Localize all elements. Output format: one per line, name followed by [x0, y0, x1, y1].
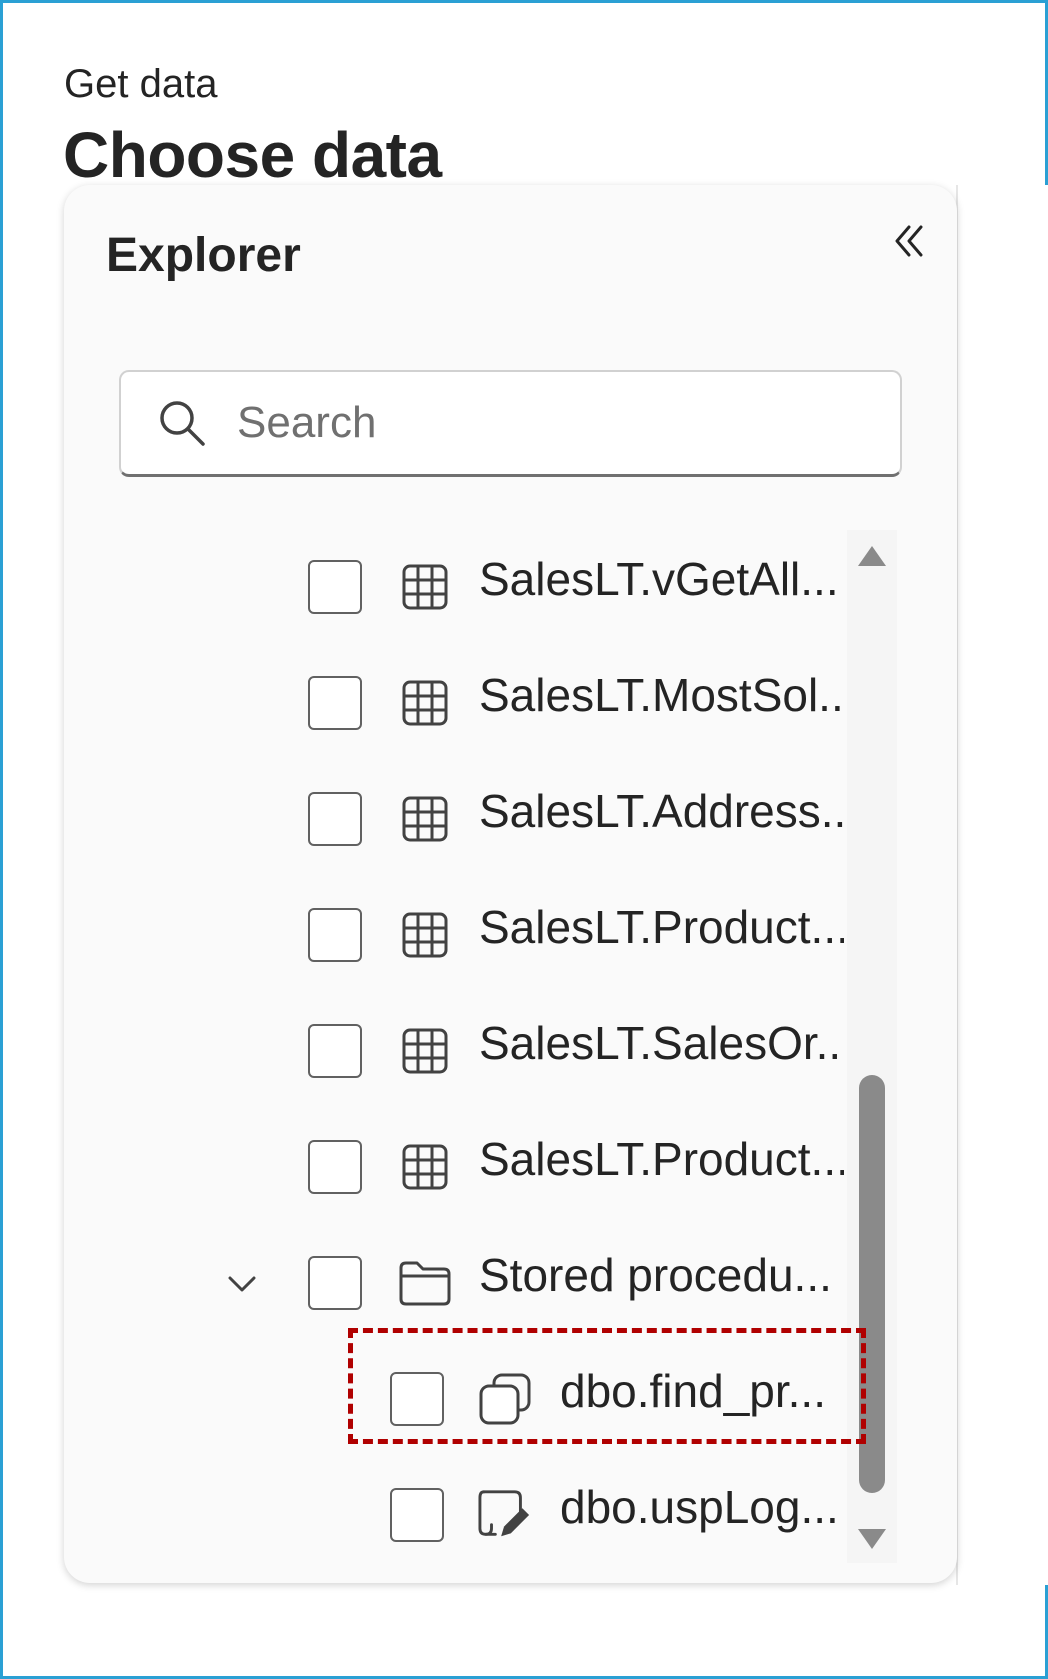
explorer-tree: SalesLT.vGetAll... SalesLT.MostSol... Sa… [64, 530, 846, 1563]
tree-item-checkbox[interactable] [308, 1024, 362, 1078]
table-icon [398, 1024, 452, 1078]
tree-item-label: dbo.find_pr... [560, 1365, 826, 1417]
tree-item[interactable]: SalesLT.Product... [64, 1110, 846, 1226]
tree-item[interactable]: dbo.find_pr... [64, 1342, 846, 1458]
tree-item-label: SalesLT.Product... [479, 1133, 844, 1185]
tree-item-checkbox[interactable] [308, 560, 362, 614]
tree-item-label: SalesLT.vGetAll... [479, 553, 839, 605]
table-icon [398, 560, 452, 614]
scroll-down-arrow-icon[interactable] [856, 1525, 888, 1553]
table-icon [398, 908, 452, 962]
double-chevron-left-icon [895, 225, 923, 257]
tree-item[interactable]: SalesLT.Product... [64, 878, 846, 994]
tree-item[interactable]: SalesLT.Address... [64, 762, 846, 878]
collapse-explorer-button[interactable] [883, 215, 935, 267]
folder-icon [398, 1256, 452, 1310]
tree-item-checkbox[interactable] [390, 1488, 444, 1542]
search-icon [157, 397, 209, 449]
tree-item[interactable]: SalesLT.vGetAll... [64, 530, 846, 646]
tree-scrollbar[interactable] [847, 530, 897, 1563]
explorer-panel: Explorer SalesLT.vGetAll... [64, 185, 957, 1583]
scroll-up-arrow-icon[interactable] [856, 542, 888, 570]
explorer-title: Explorer [106, 229, 301, 282]
tree-item-label: dbo.uspLog... [560, 1481, 839, 1533]
search-box [119, 370, 902, 477]
tree-item-label: SalesLT.Product... [479, 901, 844, 953]
tree-item-checkbox[interactable] [308, 1256, 362, 1310]
table-icon [398, 792, 452, 846]
tree-item-label: SalesLT.Address... [479, 785, 844, 837]
tree-item-checkbox[interactable] [308, 792, 362, 846]
edit-script-icon [478, 1488, 532, 1542]
tree-item[interactable]: dbo.uspLog... [64, 1458, 846, 1563]
stored-procedure-icon [478, 1372, 532, 1426]
tree-item-checkbox[interactable] [308, 908, 362, 962]
tree-item-label: SalesLT.MostSol... [479, 669, 844, 721]
tree-item-checkbox[interactable] [390, 1372, 444, 1426]
tree-item[interactable]: SalesLT.SalesOr... [64, 994, 846, 1110]
scroll-thumb[interactable] [859, 1075, 885, 1493]
preview-pane [956, 185, 1048, 1585]
page-title: Choose data [63, 119, 442, 191]
chevron-down-icon[interactable] [222, 1264, 262, 1304]
search-input[interactable] [237, 398, 857, 448]
table-icon [398, 676, 452, 730]
tree-item-checkbox[interactable] [308, 676, 362, 730]
tree-item-checkbox[interactable] [308, 1140, 362, 1194]
table-icon [398, 1140, 452, 1194]
page-subtitle: Get data [64, 62, 218, 106]
tree-item-label: Stored procedu... [479, 1249, 832, 1301]
tree-item-label: SalesLT.SalesOr... [479, 1017, 844, 1069]
tree-item[interactable]: SalesLT.MostSol... [64, 646, 846, 762]
tree-item-folder[interactable]: Stored procedu... [64, 1226, 846, 1342]
